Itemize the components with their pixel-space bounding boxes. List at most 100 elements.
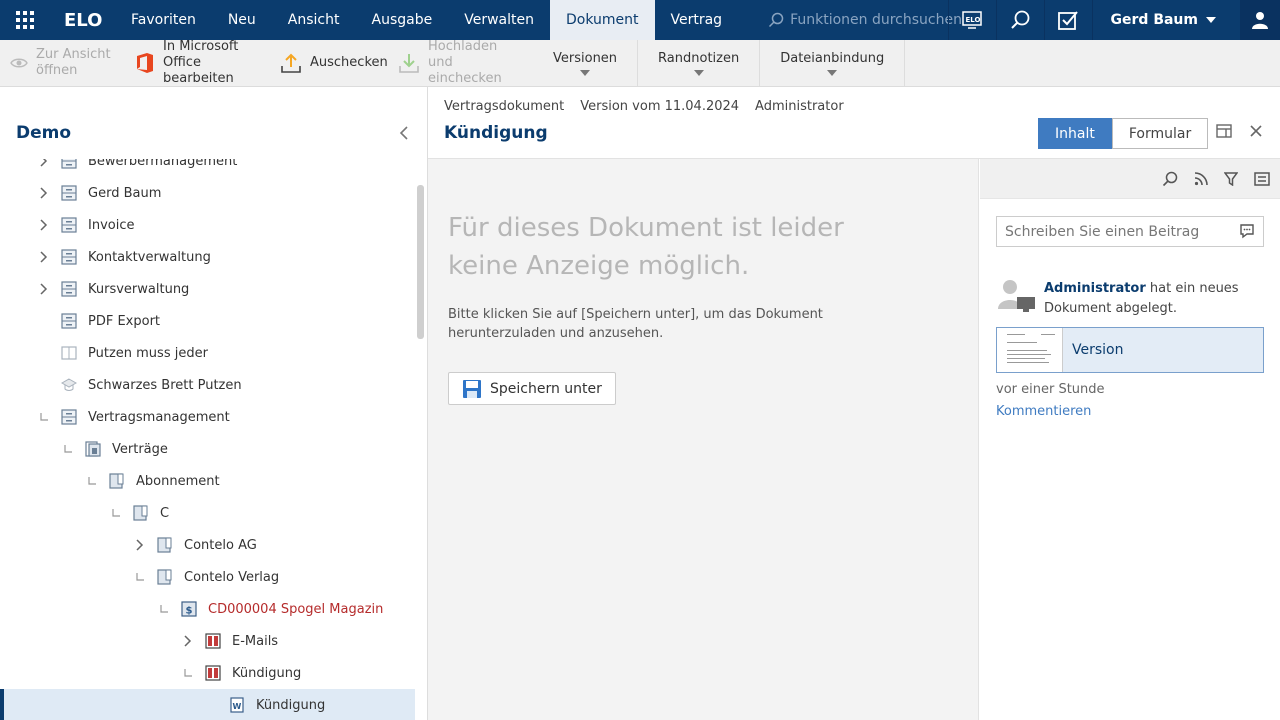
open-view-button[interactable]: Zur Ansicht öffnen — [0, 40, 125, 86]
tree-scrollbar[interactable] — [417, 185, 424, 339]
red-binder-icon — [204, 632, 222, 650]
nav-favoriten[interactable]: Favoriten — [115, 0, 212, 40]
user-menu-button[interactable]: Gerd Baum — [1091, 0, 1240, 40]
tree-node[interactable]: Contelo Verlag — [0, 561, 415, 593]
red-binder-icon — [204, 664, 222, 682]
nav-ansicht[interactable]: Ansicht — [272, 0, 356, 40]
view-toggle: Inhalt Formular — [1038, 118, 1209, 149]
tree-node[interactable]: Gerd Baum — [0, 177, 415, 209]
document-header: Vertragsdokument Version vom 11.04.2024 … — [428, 87, 1280, 159]
expanded-corner-icon[interactable] — [60, 441, 76, 457]
chevron-right-icon[interactable] — [180, 633, 196, 649]
office-edit-button[interactable]: In Microsoft Office bearbeiten — [125, 39, 270, 86]
tree-node-label: E-Mails — [232, 633, 279, 649]
archive-cabinet-icon — [60, 280, 78, 298]
tree-node[interactable]: E-Mails — [0, 625, 415, 657]
tab-form[interactable]: Formular — [1111, 118, 1209, 149]
eye-icon — [10, 58, 28, 68]
list-view-icon — [1254, 171, 1270, 186]
versions-dropdown[interactable]: Versionen — [533, 40, 639, 86]
document-author: Administrator — [755, 99, 844, 114]
tree-node[interactable]: Contelo AG — [0, 529, 415, 561]
profile-button[interactable] — [1240, 0, 1280, 40]
expanded-corner-icon[interactable] — [108, 505, 124, 521]
app-launcher-button[interactable] — [0, 0, 50, 40]
collapse-panel-button[interactable] — [399, 125, 409, 145]
tree-node[interactable]: Bewerbermanagement — [0, 159, 415, 177]
tree-node[interactable]: Verträge — [0, 433, 415, 465]
version-card[interactable]: Version — [996, 327, 1264, 373]
tree-node[interactable]: PDF Export — [0, 305, 415, 337]
svg-text:W: W — [233, 702, 242, 711]
tree-node[interactable]: Invoice — [0, 209, 415, 241]
tree-node[interactable]: Schwarzes Brett Putzen — [0, 369, 415, 401]
chevron-right-icon[interactable] — [36, 281, 52, 297]
tree-node[interactable]: W Kündigung — [0, 689, 415, 720]
feed-entry: Administrator hat ein neues Dokument abg… — [1044, 279, 1264, 319]
archive-cabinet-icon — [60, 159, 78, 170]
elo-archive-button[interactable]: ELO — [947, 0, 996, 40]
tree-node-label: PDF Export — [88, 313, 161, 329]
tree-node-label: Contelo Verlag — [184, 569, 280, 585]
expanded-corner-icon[interactable] — [84, 473, 100, 489]
file-link-dropdown[interactable]: Dateianbindung — [760, 40, 906, 86]
chevron-right-icon[interactable] — [36, 185, 52, 201]
tree-node[interactable]: Vertragsmanagement — [0, 401, 415, 433]
close-button[interactable] — [1249, 124, 1263, 142]
tree-node[interactable]: Abonnement — [0, 465, 415, 497]
feed-view-button[interactable] — [1254, 171, 1270, 186]
checkout-button[interactable]: Auschecken — [270, 40, 388, 86]
tree-node[interactable]: Putzen muss jeder — [0, 337, 415, 369]
nav-ausgabe[interactable]: Ausgabe — [356, 0, 449, 40]
expanded-corner-icon[interactable] — [156, 601, 172, 617]
search-button[interactable] — [995, 0, 1044, 40]
expanded-corner-icon[interactable] — [36, 409, 52, 425]
nav-verwalten[interactable]: Verwalten — [448, 0, 550, 40]
feed-subscribe-button[interactable] — [1194, 171, 1208, 186]
tree-node[interactable]: Kündigung — [0, 657, 415, 689]
checkout-label: Auschecken — [310, 55, 388, 70]
margin-notes-dropdown[interactable]: Randnotizen — [638, 40, 761, 86]
archive-cabinet-icon — [60, 184, 78, 202]
tree-node[interactable]: Kursverwaltung — [0, 273, 415, 305]
expanded-corner-icon[interactable] — [180, 665, 196, 681]
repository-title: Demo — [16, 123, 72, 143]
svg-text:ELO: ELO — [966, 16, 981, 24]
grid-icon — [16, 11, 34, 29]
chevron-right-icon[interactable] — [36, 159, 52, 169]
tree-node[interactable]: $ CD000004 Spogel Magazin — [0, 593, 415, 625]
post-input[interactable] — [996, 216, 1264, 247]
comment-link[interactable]: Kommentieren — [996, 404, 1091, 419]
entry-author-link[interactable]: Administrator — [1044, 281, 1146, 296]
tab-content[interactable]: Inhalt — [1038, 118, 1112, 149]
version-label: Version — [1072, 342, 1124, 358]
office-edit-label: In Microsoft Office bearbeiten — [163, 39, 239, 86]
graduation-cap-icon — [60, 376, 78, 394]
tree-node-label: Gerd Baum — [88, 185, 162, 201]
nav-neu[interactable]: Neu — [212, 0, 272, 40]
search-icon — [1011, 10, 1030, 29]
folder-icon — [108, 472, 126, 490]
nav-vertrag[interactable]: Vertrag — [655, 0, 739, 40]
chevron-right-icon[interactable] — [36, 217, 52, 233]
layout-button[interactable] — [1216, 124, 1232, 142]
top-navigation-bar: ELO Favoriten Neu Ansicht Ausgabe Verwal… — [0, 0, 1280, 40]
upload-checkin-button[interactable]: Hochladen und einchecken — [388, 39, 533, 86]
feed-filter-button[interactable] — [1224, 171, 1238, 186]
save-as-label: Speichern unter — [490, 380, 602, 397]
tree-node-label: Kontaktverwaltung — [88, 249, 211, 265]
chevron-right-icon[interactable] — [132, 537, 148, 553]
chevron-right-icon[interactable] — [36, 249, 52, 265]
user-name: Gerd Baum — [1110, 12, 1198, 28]
tree-node[interactable]: C — [0, 497, 415, 529]
save-as-button[interactable]: Speichern unter — [448, 372, 616, 405]
nav-dokument[interactable]: Dokument — [549, 0, 655, 40]
tasks-button[interactable] — [1043, 0, 1092, 40]
expanded-corner-icon[interactable] — [132, 569, 148, 585]
search-icon — [1162, 171, 1178, 186]
document-thumbnail — [997, 328, 1063, 372]
tree-node[interactable]: Kontaktverwaltung — [0, 241, 415, 273]
upload-arrow-icon — [281, 53, 301, 73]
filter-icon — [1224, 171, 1238, 186]
feed-search-button[interactable] — [1162, 171, 1178, 187]
